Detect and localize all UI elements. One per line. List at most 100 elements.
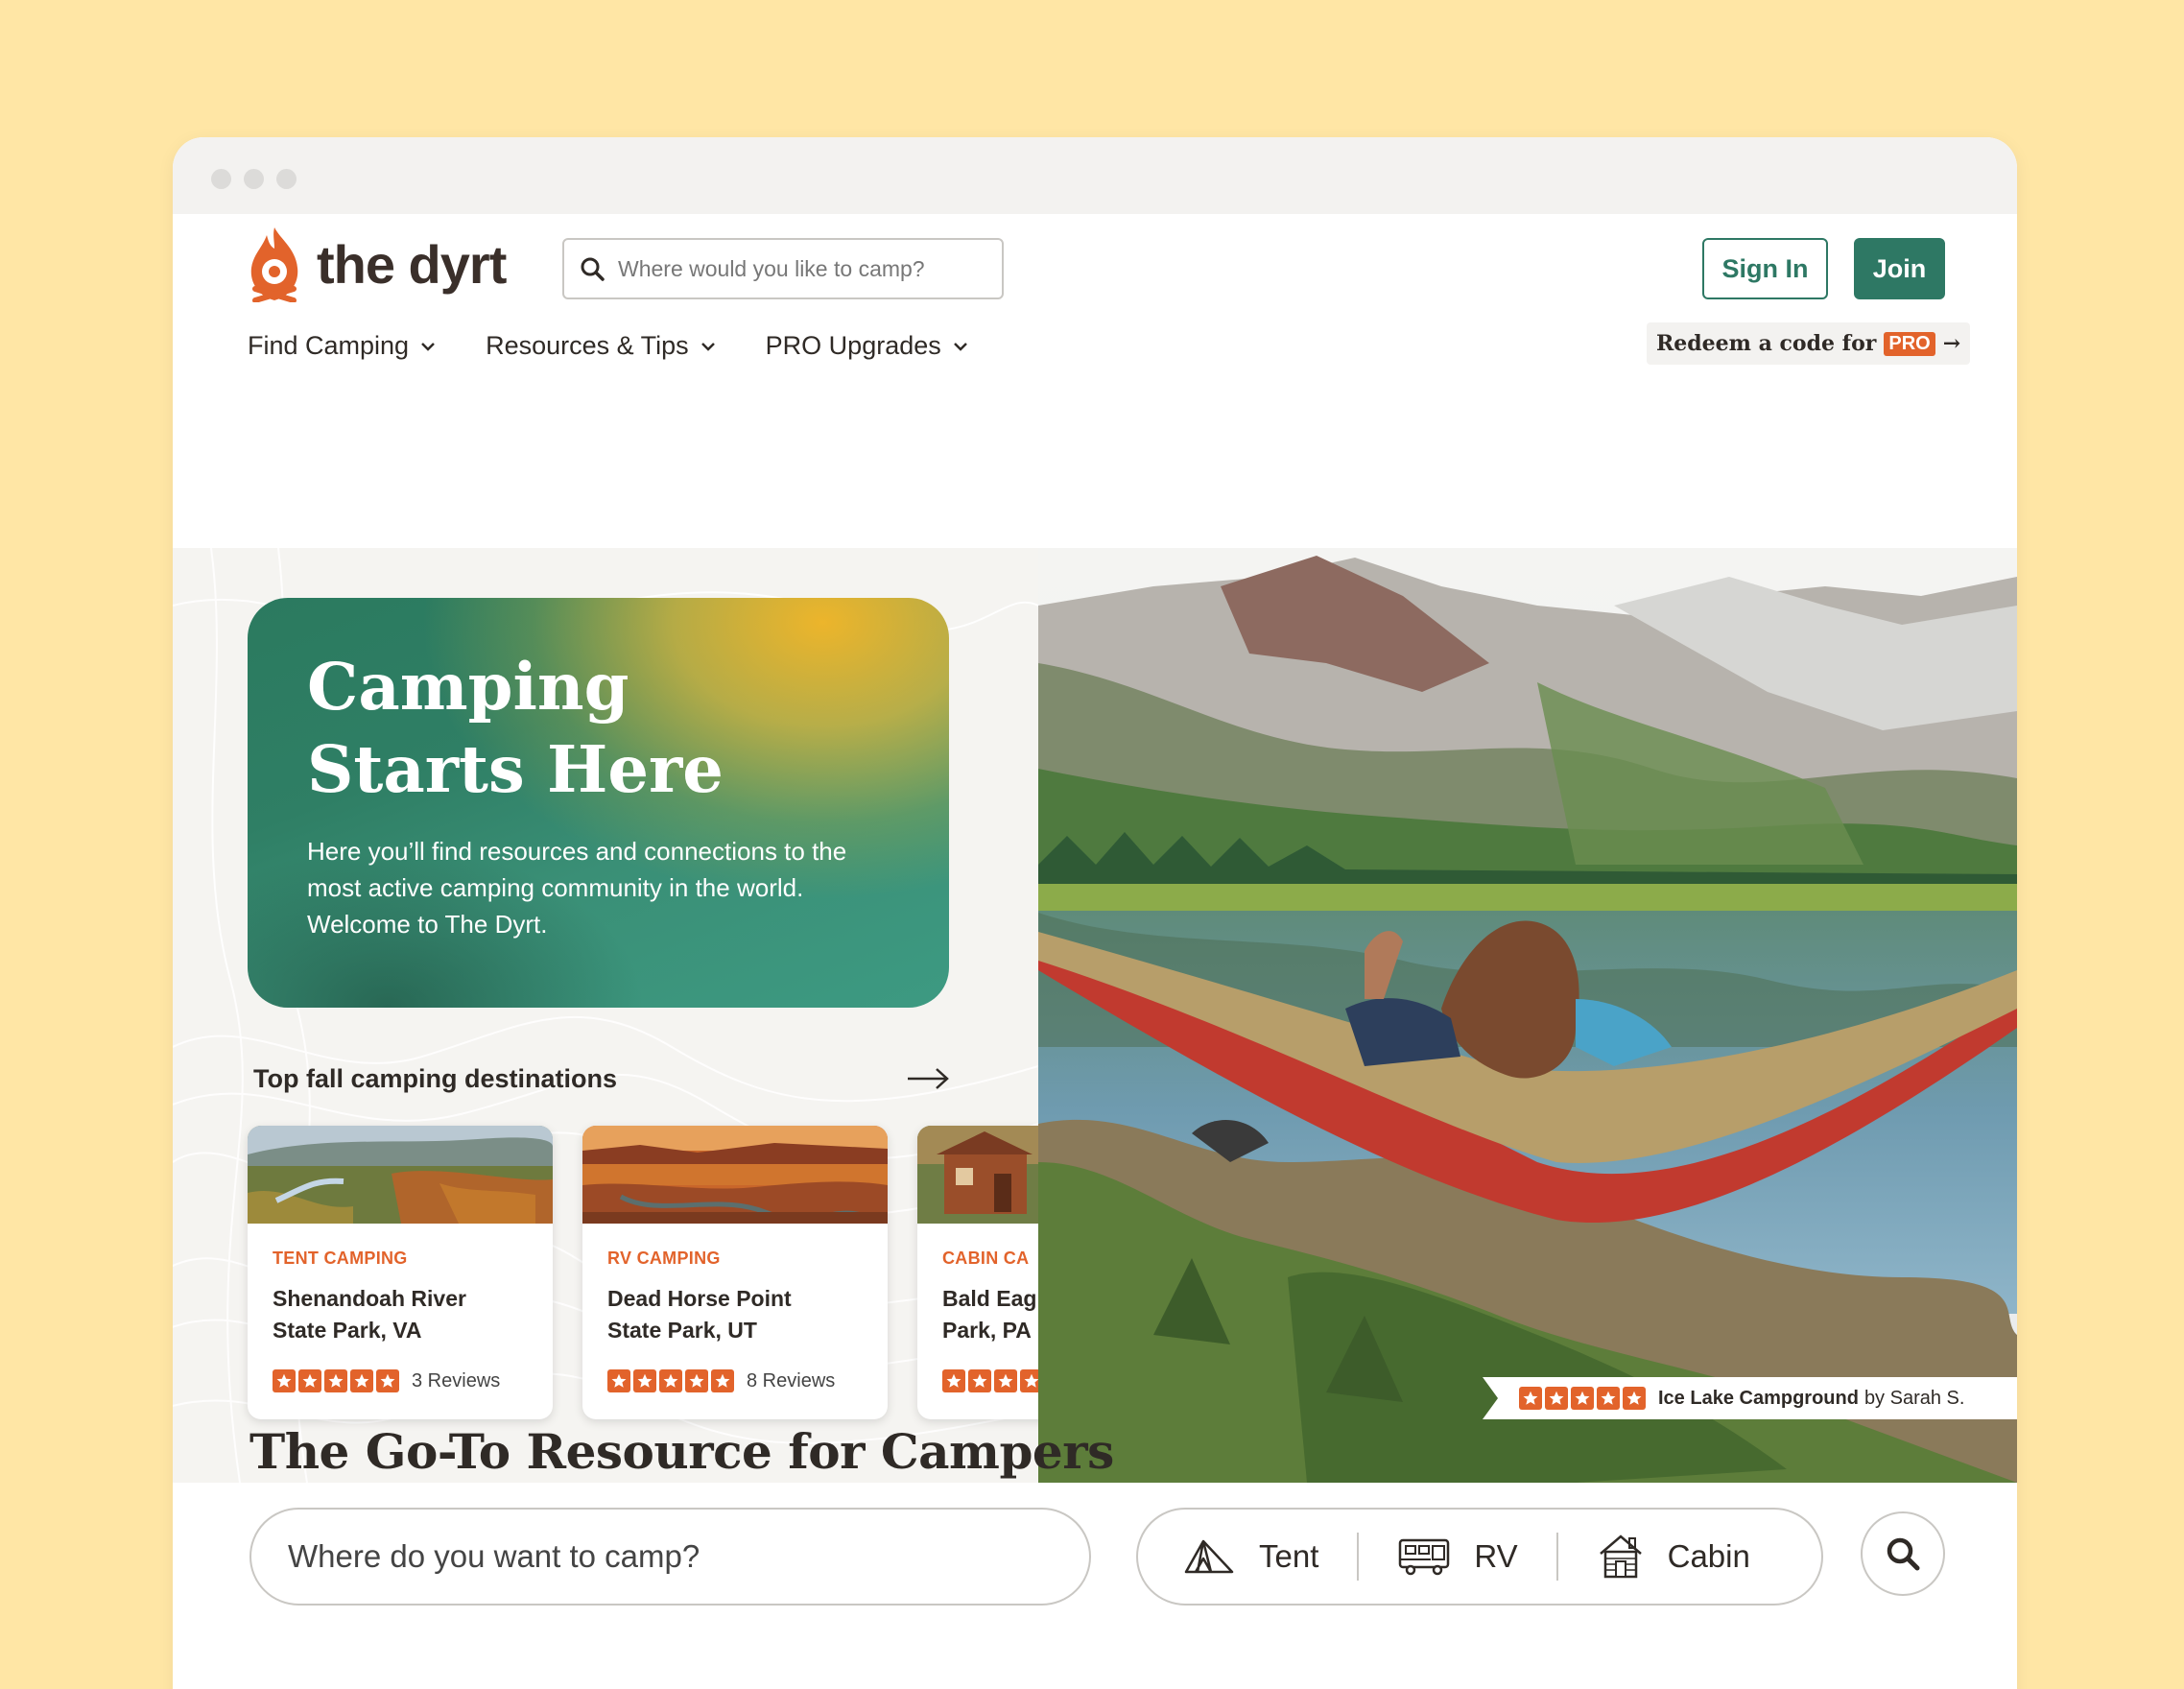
star-icon [376,1369,399,1392]
chevron-down-icon [700,342,716,351]
window-dot [211,169,231,189]
star-icon [968,1369,991,1392]
review-count: 8 Reviews [747,1369,836,1392]
star-icon [685,1369,708,1392]
campfire-logo-icon [250,227,298,302]
camp-search-input[interactable]: Where do you want to camp? [249,1508,1091,1606]
browser-chrome [173,137,2017,214]
browser-window: the dyrt Where would you like to camp? S… [173,137,2017,1689]
card-name-line: Bald Eag [942,1286,1037,1311]
star-icon [942,1369,965,1392]
hero-title-line: Camping [307,649,629,725]
logo-wordmark: the dyrt [317,233,507,295]
star-icon [711,1369,734,1392]
nav-label: Resources & Tips [486,331,689,360]
card-name: Dead Horse Point State Park, UT [607,1283,866,1346]
card-name-line: Park, PA [942,1318,1032,1343]
review-count: 3 Reviews [412,1369,501,1392]
rv-icon [1397,1536,1451,1577]
hero-card: Camping Starts Here Here you’ll find res… [248,598,949,1008]
hero-title: Camping Starts Here [307,646,883,811]
card-name: Bald Eag Park, PA [942,1283,1038,1346]
card-rating: 8 Reviews [607,1369,835,1392]
type-label: RV [1474,1538,1518,1574]
pro-badge: PRO [1884,331,1935,356]
card-name-line: Shenandoah River [273,1286,466,1311]
star-icon [994,1369,1017,1392]
hero-title-line: Starts Here [307,731,724,807]
card-category: CABIN CA [942,1249,1030,1268]
top-search-placeholder: Where would you like to camp? [618,255,925,281]
star-icon [1545,1387,1568,1410]
destination-card[interactable]: RV CAMPING Dead Horse Point State Park, … [582,1126,888,1419]
card-rating [942,1369,1038,1392]
nav-pro-upgrades[interactable]: PRO Upgrades [766,331,968,361]
divider [1555,1533,1558,1581]
window-dot [276,169,297,189]
destinations-heading: Top fall camping destinations [253,1064,618,1093]
site-header: the dyrt Where would you like to camp? S… [173,214,2017,548]
star-icon [1571,1387,1594,1410]
top-search-input[interactable]: Where would you like to camp? [562,238,1004,299]
photo-credit[interactable]: Ice Lake Campground by Sarah S. [1483,1377,2017,1419]
search-icon [580,256,605,281]
nav-label: PRO Upgrades [765,331,941,360]
redeem-code-link[interactable]: Redeem a code for PRO → [1647,322,1971,365]
star-icon [324,1369,347,1392]
star-icon [633,1369,656,1392]
card-name: Shenandoah River State Park, VA [273,1283,532,1346]
destination-card[interactable]: TENT CAMPING Shenandoah River State Park… [248,1126,553,1419]
credit-rating [1519,1387,1649,1410]
nav-label: Find Camping [248,331,410,360]
main-nav: Find Camping Resources & Tips PRO Upgrad… [248,331,968,361]
star-icon [1623,1387,1646,1410]
credit-author: by Sarah S. [1864,1387,1965,1409]
card-photo [917,1126,1038,1224]
credit-campground: Ice Lake Campground [1658,1387,1859,1409]
chevron-down-icon [953,342,968,351]
type-rv[interactable]: RV [1397,1536,1518,1577]
logo[interactable]: the dyrt [246,226,507,302]
destination-cards: TENT CAMPING Shenandoah River State Park… [248,1126,1038,1419]
type-tent[interactable]: Tent [1182,1537,1318,1576]
hero-photo: Ice Lake Campground by Sarah S. [1038,548,2017,1483]
join-button[interactable]: Join [1854,238,1945,299]
card-category: RV CAMPING [607,1249,721,1268]
camp-search-placeholder: Where do you want to camp? [288,1538,700,1574]
nav-resources-tips[interactable]: Resources & Tips [486,331,716,361]
card-name-line: Dead Horse Point [607,1286,792,1311]
hero-body: Here you’ll find resources and connectio… [307,837,847,939]
destination-card[interactable]: CABIN CA Bald Eag Park, PA [917,1126,1038,1419]
card-photo [248,1126,553,1224]
card-photo [582,1126,888,1224]
redeem-label: Redeem a code for [1656,331,1877,356]
window-dot [244,169,264,189]
chevron-down-icon [420,342,436,351]
sign-in-button[interactable]: Sign In [1702,238,1828,299]
tent-icon [1182,1537,1236,1576]
star-icon [298,1369,321,1392]
star-icon [350,1369,373,1392]
divider [1357,1533,1360,1581]
search-icon [1884,1534,1922,1573]
type-label: Tent [1259,1538,1319,1574]
resource-heading: The Go-To Resource for Campers [249,1423,1114,1480]
type-cabin[interactable]: Cabin [1597,1533,1750,1581]
camp-type-selector: Tent RV Cabin [1136,1508,1823,1606]
star-icon [273,1369,296,1392]
hero-left-panel: Camping Starts Here Here you’ll find res… [173,548,1038,1483]
star-icon [1597,1387,1620,1410]
star-icon [1519,1387,1542,1410]
type-label: Cabin [1667,1538,1750,1574]
arrow-right-icon: → [1942,331,1961,356]
search-button[interactable] [1861,1511,1945,1596]
cabin-icon [1597,1533,1645,1581]
card-rating: 3 Reviews [273,1369,500,1392]
card-name-line: State Park, UT [607,1318,757,1343]
nav-find-camping[interactable]: Find Camping [248,331,436,361]
star-icon [1020,1369,1038,1392]
hammock-lake-photo [1038,548,2017,1483]
arrow-right-icon[interactable] [906,1064,950,1098]
star-icon [607,1369,630,1392]
card-category: TENT CAMPING [273,1249,408,1268]
